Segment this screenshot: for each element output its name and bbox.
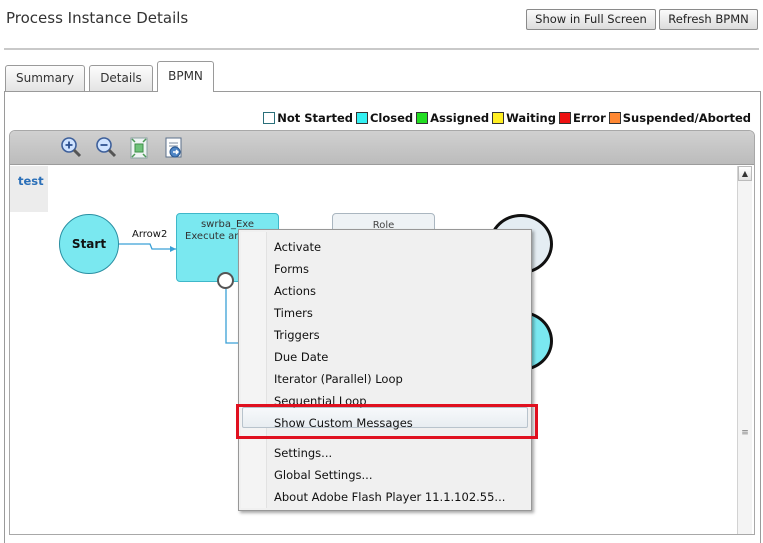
arrow-label: Arrow2 <box>132 229 168 240</box>
show-full-screen-button[interactable]: Show in Full Screen <box>526 9 656 30</box>
refresh-bpmn-button[interactable]: Refresh BPMN <box>659 9 758 30</box>
waiting-swatch <box>492 112 505 124</box>
menu-item-settings[interactable]: Settings... <box>274 445 332 461</box>
legend-label: Waiting <box>506 111 556 125</box>
diagram-toolbar <box>10 131 754 165</box>
menu-item-timers[interactable]: Timers <box>274 305 313 321</box>
legend-label: Assigned <box>430 111 490 125</box>
legend-item-assigned: Assigned <box>416 111 489 125</box>
closed-swatch <box>355 112 368 124</box>
page-title: Process Instance Details <box>6 9 189 27</box>
tab-details[interactable]: Details <box>89 65 153 91</box>
zoom-in-icon[interactable] <box>58 135 84 161</box>
menu-item-global-settings[interactable]: Global Settings... <box>274 467 372 483</box>
lane-label: test <box>10 166 48 212</box>
not-started-swatch <box>263 112 276 124</box>
legend-label: Closed <box>369 111 414 125</box>
legend-item-suspended-aborted: Suspended/Aborted <box>608 111 751 125</box>
start-event[interactable]: Start <box>59 214 119 274</box>
legend-label: Suspended/Aborted <box>622 111 751 125</box>
legend-item-error: Error <box>558 111 606 125</box>
scroll-up-arrow-icon[interactable]: ▲ <box>738 166 752 181</box>
legend-item-closed: Closed <box>355 111 414 125</box>
legend-label: Error <box>572 111 606 125</box>
legend-label: Not Started <box>277 111 353 125</box>
scroll-grip-icon[interactable]: ≡ <box>738 428 752 438</box>
menu-item-activate[interactable]: Activate <box>274 239 321 255</box>
suspended-aborted-swatch <box>608 112 621 124</box>
context-menu: Activate Forms Actions Timers Triggers D… <box>238 229 532 511</box>
legend-item-not-started: Not Started <box>263 111 353 125</box>
tab-summary[interactable]: Summary <box>5 65 85 91</box>
menu-item-iterator-parallel-loop[interactable]: Iterator (Parallel) Loop <box>274 371 403 387</box>
status-legend: Not Started Closed Assigned Waiting Erro… <box>260 111 751 125</box>
zoom-out-icon[interactable] <box>93 135 119 161</box>
legend-item-waiting: Waiting <box>492 111 556 125</box>
vertical-scrollbar[interactable]: ▲ ≡ <box>737 166 752 534</box>
boundary-event[interactable] <box>217 272 234 289</box>
assigned-swatch <box>416 112 429 124</box>
menu-item-forms[interactable]: Forms <box>274 261 309 277</box>
error-swatch <box>558 112 571 124</box>
tab-bpmn[interactable]: BPMN <box>157 61 214 92</box>
fit-to-screen-icon[interactable] <box>127 135 153 161</box>
menu-gutter <box>241 232 267 508</box>
menu-item-triggers[interactable]: Triggers <box>274 327 320 343</box>
menu-item-actions[interactable]: Actions <box>274 283 316 299</box>
menu-item-about-flash-player[interactable]: About Adobe Flash Player 11.1.102.55... <box>274 489 505 505</box>
export-icon[interactable] <box>162 135 188 161</box>
menu-item-due-date[interactable]: Due Date <box>274 349 328 365</box>
highlight-annotation-box <box>236 404 538 439</box>
header-divider <box>4 48 759 50</box>
